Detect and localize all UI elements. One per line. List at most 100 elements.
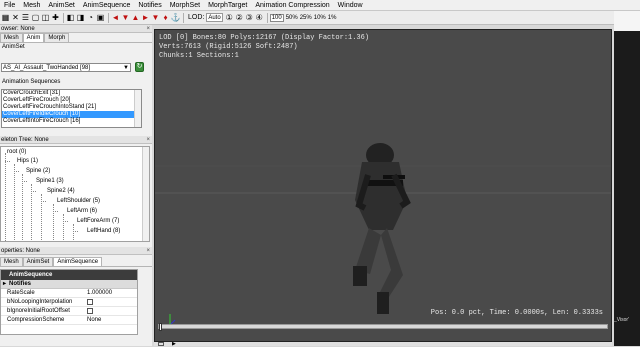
- property-category[interactable]: ▸ Notifies: [1, 280, 137, 289]
- grid-icon[interactable]: ▦: [1, 12, 10, 23]
- close-icon[interactable]: ×: [146, 247, 150, 254]
- right-window-header: [614, 11, 640, 31]
- arrow-right-icon[interactable]: ►: [141, 12, 150, 23]
- list-item[interactable]: CoverLeftIntoFireCrouch [16]: [2, 118, 141, 125]
- cube-icon[interactable]: ◧: [66, 12, 75, 23]
- normals-icon[interactable]: ☰: [21, 12, 30, 23]
- tab-animset[interactable]: AnimSet: [22, 257, 54, 266]
- tree-connector: [53, 204, 54, 241]
- checkbox[interactable]: [87, 308, 93, 314]
- tab-animsequence[interactable]: AnimSequence: [53, 257, 103, 266]
- property-row[interactable]: bNoLoopingInterpolation: [1, 298, 137, 307]
- properties-tabs: Mesh AnimSet AnimSequence: [0, 257, 152, 267]
- refresh-icon[interactable]: ↻: [135, 62, 144, 72]
- character-model: [155, 143, 611, 326]
- menu-notifies[interactable]: Notifies: [134, 0, 165, 11]
- property-row[interactable]: CompressionScheme None: [1, 316, 137, 325]
- tree-node-hips[interactable]: Hips (1): [17, 157, 38, 165]
- camera-icon[interactable]: ▣: [96, 12, 105, 23]
- tree-connector: [53, 211, 58, 212]
- lod-auto-button[interactable]: Auto: [206, 13, 223, 22]
- sphere-icon[interactable]: ◔: [86, 12, 95, 23]
- lod-label: LOD:: [188, 14, 205, 21]
- right-window-strip: _Visor': [614, 11, 640, 346]
- zoom-10-button[interactable]: 10%: [314, 15, 326, 21]
- skeleton-tree[interactable]: root (0) Hips (1) Spine (2) Spine1 (3) S…: [0, 146, 150, 242]
- bounds-icon[interactable]: ◫: [41, 12, 50, 23]
- loop-icon[interactable]: [158, 342, 164, 346]
- list-item-selected[interactable]: CoverLeftFireIdleCrouch [10]: [2, 111, 141, 118]
- playback-controls: ▶: [154, 342, 612, 347]
- list-item[interactable]: CoverCrouchExit [31]: [2, 90, 141, 97]
- menu-mesh[interactable]: Mesh: [19, 0, 44, 11]
- playback-status: Pos: 0.0 pct, Time: 0.0000s, Len: 0.3333…: [430, 309, 603, 317]
- sequence-list-scrollbar[interactable]: [134, 90, 141, 127]
- viewport-3d[interactable]: LOD [0] Bones:80 Polys:12167 (Display Fa…: [154, 29, 612, 342]
- tree-connector: [5, 153, 6, 241]
- ratescale-input[interactable]: 1.000000: [87, 289, 137, 297]
- property-row[interactable]: bIgnoreInitialRootOffset: [1, 307, 137, 316]
- tree-node-lefthand[interactable]: LeftHand (8): [87, 227, 120, 235]
- person-icon[interactable]: ♦: [161, 12, 170, 23]
- list-item[interactable]: CoverLeftFireCrouchIntoStand [21]: [2, 104, 141, 111]
- arrow-left-icon[interactable]: ◄: [111, 12, 120, 23]
- tree-connector: [73, 224, 74, 241]
- expand-triangle-icon[interactable]: ▸: [3, 280, 6, 289]
- menu-window[interactable]: Window: [334, 0, 367, 11]
- toolbar-separator: [266, 12, 268, 23]
- anchor-icon[interactable]: ⚓: [171, 12, 181, 23]
- wireframe-icon[interactable]: ▢: [31, 12, 40, 23]
- tree-node-spine1[interactable]: Spine1 (3): [36, 177, 64, 185]
- sequence-list[interactable]: CoverCrouchExit [31] CoverLeftFireCrouch…: [1, 89, 142, 128]
- timeline-slider[interactable]: [158, 323, 608, 331]
- zoom-1-button[interactable]: 1%: [328, 15, 337, 21]
- skeleton-title: eleton Tree: None: [1, 137, 49, 143]
- skeleton-tree-scrollbar[interactable]: [142, 147, 149, 241]
- tree-node-spine[interactable]: Spine (2): [26, 167, 50, 175]
- checkbox[interactable]: [87, 299, 93, 305]
- property-row[interactable]: RateScale 1.000000: [1, 289, 137, 298]
- menu-animsequence[interactable]: AnimSequence: [79, 0, 134, 11]
- menu-morphtarget[interactable]: MorphTarget: [204, 0, 251, 11]
- play-icon[interactable]: ▶: [172, 342, 176, 347]
- tree-node-leftarm[interactable]: LeftArm (6): [67, 207, 97, 215]
- tree-connector: [14, 171, 19, 172]
- tab-mesh[interactable]: Mesh: [0, 257, 23, 266]
- pose-icon[interactable]: ◨: [76, 12, 85, 23]
- zoom-100-button[interactable]: 100: [269, 13, 284, 22]
- tree-node-leftforearm[interactable]: LeftForeArm (7): [77, 217, 119, 225]
- property-grid: AnimSequence ▸ Notifies RateScale 1.0000…: [0, 269, 138, 335]
- animset-combo[interactable]: AS_AI_Assault_TwoHanded [98] ▼: [1, 63, 131, 72]
- close-icon[interactable]: ×: [146, 25, 150, 32]
- timeline-thumb[interactable]: [159, 323, 162, 331]
- compression-value[interactable]: None: [87, 316, 137, 324]
- list-item[interactable]: CoverLeftFireCrouch [20]: [2, 97, 141, 104]
- lod0-icon[interactable]: ①: [225, 12, 234, 23]
- lod2-icon[interactable]: ③: [245, 12, 254, 23]
- toolbar-separator: [183, 12, 184, 23]
- tree-node-root[interactable]: root (0): [7, 148, 26, 156]
- chevron-down-icon: ▼: [123, 65, 129, 71]
- browser-panel-title: owser: None ×: [0, 25, 152, 33]
- zoom-25-button[interactable]: 25%: [300, 15, 312, 21]
- property-name: bIgnoreInitialRootOffset: [7, 308, 70, 314]
- tree-node-leftshoulder[interactable]: LeftShoulder (5): [57, 197, 100, 205]
- tree-node-spine2[interactable]: Spine2 (4): [47, 187, 75, 195]
- tab-morph[interactable]: Morph: [44, 33, 70, 42]
- menu-morphset[interactable]: MorphSet: [166, 0, 204, 11]
- arrow-up-icon[interactable]: ▲: [131, 12, 140, 23]
- zoom-50-button[interactable]: 50%: [286, 15, 298, 21]
- menu-animset[interactable]: AnimSet: [44, 0, 78, 11]
- lod1-icon[interactable]: ②: [235, 12, 244, 23]
- bones-icon[interactable]: ✕: [11, 12, 20, 23]
- menu-animation-compression[interactable]: Animation Compression: [251, 0, 333, 11]
- lod3-icon[interactable]: ④: [255, 12, 264, 23]
- arrow-down-icon[interactable]: ▼: [121, 12, 130, 23]
- menu-file[interactable]: File: [0, 0, 19, 11]
- close-icon[interactable]: ×: [146, 136, 150, 143]
- sockets-icon[interactable]: ✚: [51, 12, 60, 23]
- arrow-down-alt-icon[interactable]: ▼: [151, 12, 160, 23]
- tab-mesh[interactable]: Mesh: [0, 33, 23, 42]
- browser-title: owser: None: [1, 26, 35, 32]
- tab-anim[interactable]: Anim: [22, 33, 45, 42]
